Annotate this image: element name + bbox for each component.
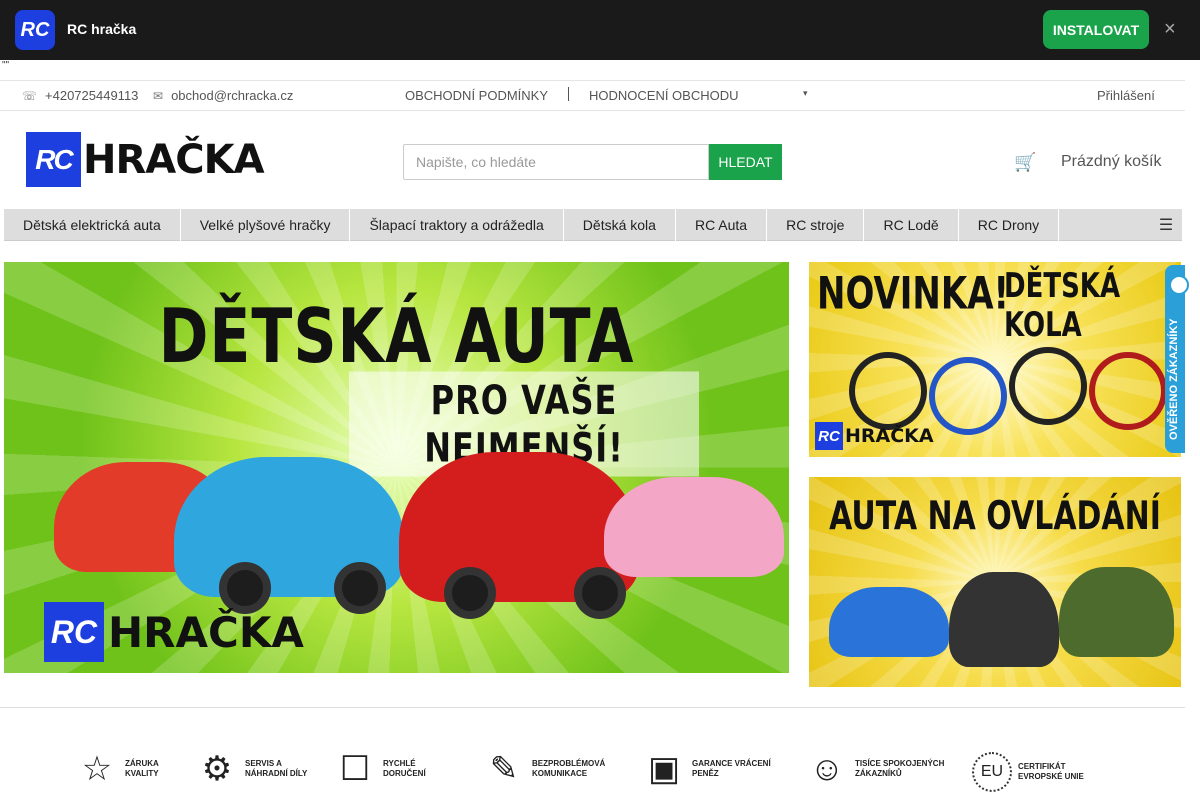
nav-item-rc-cars[interactable]: RC Auta	[676, 209, 768, 241]
logo-mark: RC	[26, 132, 81, 187]
quality-icon: ☆	[81, 750, 113, 788]
benefits-strip: ☆ ZÁRUKA KVALITY ⚙ SERVIS A NÁHRADNÍ DÍL…	[0, 752, 1185, 800]
car-image-pink	[604, 477, 784, 577]
nav-item-electric-cars[interactable]: Dětská elektrická auta	[4, 209, 181, 241]
side-banner-bikes[interactable]: NOVINKA! DĚTSKÁ KOLA RC HRAČKA	[809, 262, 1181, 457]
benefit-label: CERTIFIKÁT EVROPSKÉ UNIE	[1018, 762, 1084, 781]
banner-logo-mark: RC	[44, 602, 104, 662]
terms-link[interactable]: OBCHODNÍ PODMÍNKY	[405, 88, 548, 103]
benefit-label: SERVIS A NÁHRADNÍ DÍLY	[245, 759, 308, 778]
app-title: RC hračka	[67, 21, 137, 37]
rc-car-image-monster	[949, 572, 1059, 667]
benefit-eu-cert: EU CERTIFIKÁT EVROPSKÉ UNIE	[972, 752, 1088, 792]
bike-wheel	[929, 357, 1007, 435]
logo-wordmark: HRAČKA	[83, 136, 265, 183]
category-nav: Dětská elektrická auta Velké plyšové hra…	[4, 209, 1182, 241]
wheel	[334, 562, 386, 614]
side-banner-logo: RC HRAČKA	[815, 422, 934, 450]
side-logo-wordmark: HRAČKA	[845, 425, 934, 447]
benefit-label: GARANCE VRÁCENÍ PENĚZ	[692, 759, 771, 778]
email-contact[interactable]: ✉ obchod@rchracka.cz	[153, 88, 293, 103]
side-banner-rc-title: AUTA NA OVLÁDÁNÍ	[829, 493, 1161, 540]
app-logo-icon: RC	[15, 10, 55, 50]
main-banner[interactable]: DĚTSKÁ AUTA PRO VAŠE NEJMENŠÍ! RC HRAČKA	[4, 262, 789, 673]
benefit-service: ⚙ SERVIS A NÁHRADNÍ DÍLY	[195, 752, 325, 786]
bike-wheel	[1009, 347, 1087, 425]
side-banner-new-label: NOVINKA!	[817, 268, 1010, 320]
benefit-communication: ✎ BEZPROBLÉMOVÁ KOMUNIKACE	[482, 752, 622, 786]
nav-item-rc-machines[interactable]: RC stroje	[767, 209, 865, 241]
install-button[interactable]: INSTALOVAT	[1043, 10, 1149, 49]
search-button[interactable]: HLEDAT	[709, 144, 782, 180]
benefit-label: RYCHLÉ DORUČENÍ	[383, 759, 426, 778]
search-input[interactable]	[403, 144, 709, 180]
side-banner-rc-cars[interactable]: AUTA NA OVLÁDÁNÍ	[809, 477, 1181, 687]
phone-contact[interactable]: ☏ +420725449113	[22, 88, 138, 103]
verified-seal-icon	[1169, 275, 1189, 295]
main-banner-logo: RC HRAČKA	[44, 602, 304, 662]
dropdown-icon[interactable]: ▾	[803, 88, 808, 99]
benefit-label: BEZPROBLÉMOVÁ KOMUNIKACE	[532, 759, 606, 778]
customers-icon: ☺	[809, 750, 845, 788]
main-banner-title: DĚTSKÁ AUTA	[158, 293, 635, 381]
package-icon: ☐	[339, 750, 371, 788]
wheel	[444, 567, 496, 619]
eu-stars-icon: EU	[972, 752, 1012, 792]
link-divider	[568, 87, 569, 101]
benefit-customers: ☺ TISÍCE SPOKOJENÝCH ZÁKAZNÍKŮ	[805, 752, 965, 786]
nav-item-pedal-tractors[interactable]: Šlapací traktory a odrážedla	[350, 209, 564, 241]
site-logo[interactable]: RC HRAČKA	[26, 132, 265, 187]
nav-item-rc-drones[interactable]: RC Drony	[959, 209, 1060, 241]
benefit-delivery: ☐ RYCHLÉ DORUČENÍ	[333, 752, 443, 786]
mail-icon: ✉	[153, 88, 164, 103]
verified-label: OVĚŘENO ZÁKAZNÍKY	[1168, 318, 1180, 440]
wallet-icon: ▣	[647, 750, 681, 788]
phone-number: +420725449113	[45, 88, 139, 103]
banner-logo-wordmark: HRAČKA	[108, 607, 304, 657]
side-banner-bikes-title: DĚTSKÁ KOLA	[1004, 267, 1121, 345]
service-icon: ⚙	[201, 750, 233, 788]
login-link[interactable]: Přihlášení	[1097, 88, 1155, 103]
phone-icon: ☏	[22, 88, 38, 103]
benefit-label: TISÍCE SPOKOJENÝCH ZÁKAZNÍKŮ	[855, 759, 945, 778]
wheel	[574, 567, 626, 619]
top-contact-bar: ☏ +420725449113 ✉ obchod@rchracka.cz OBC…	[0, 80, 1185, 111]
nav-item-rc-boats[interactable]: RC Lodě	[864, 209, 959, 241]
bike-wheel	[849, 352, 927, 430]
benefit-quality: ☆ ZÁRUKA KVALITY	[75, 752, 185, 786]
menu-more-icon[interactable]: ☰	[1150, 209, 1182, 241]
side-logo-mark: RC	[815, 422, 843, 450]
cart-icon[interactable]: 🛒	[1014, 152, 1036, 173]
section-divider	[0, 707, 1185, 708]
email-address: obchod@rchracka.cz	[171, 88, 294, 103]
nav-item-kids-bikes[interactable]: Dětská kola	[564, 209, 676, 241]
benefit-money-back: ▣ GARANCE VRÁCENÍ PENĚZ	[642, 752, 772, 786]
rc-car-image-blue	[829, 587, 949, 657]
verified-reviews-tab[interactable]: OVĚŘENO ZÁKAZNÍKY	[1165, 265, 1189, 453]
bike-wheel	[1089, 352, 1167, 430]
cart-label[interactable]: Prázdný košík	[1061, 153, 1161, 171]
pwa-install-bar: RC RC hračka INSTALOVAT ×	[0, 0, 1200, 60]
stray-text: ""	[2, 60, 10, 71]
benefit-label: ZÁRUKA KVALITY	[125, 759, 159, 778]
handshake-icon: ✎	[489, 750, 519, 788]
nav-item-plush-toys[interactable]: Velké plyšové hračky	[181, 209, 351, 241]
close-icon[interactable]: ×	[1164, 18, 1176, 41]
rating-link[interactable]: HODNOCENÍ OBCHODU	[589, 88, 739, 103]
rc-car-image-truck	[1059, 567, 1174, 657]
